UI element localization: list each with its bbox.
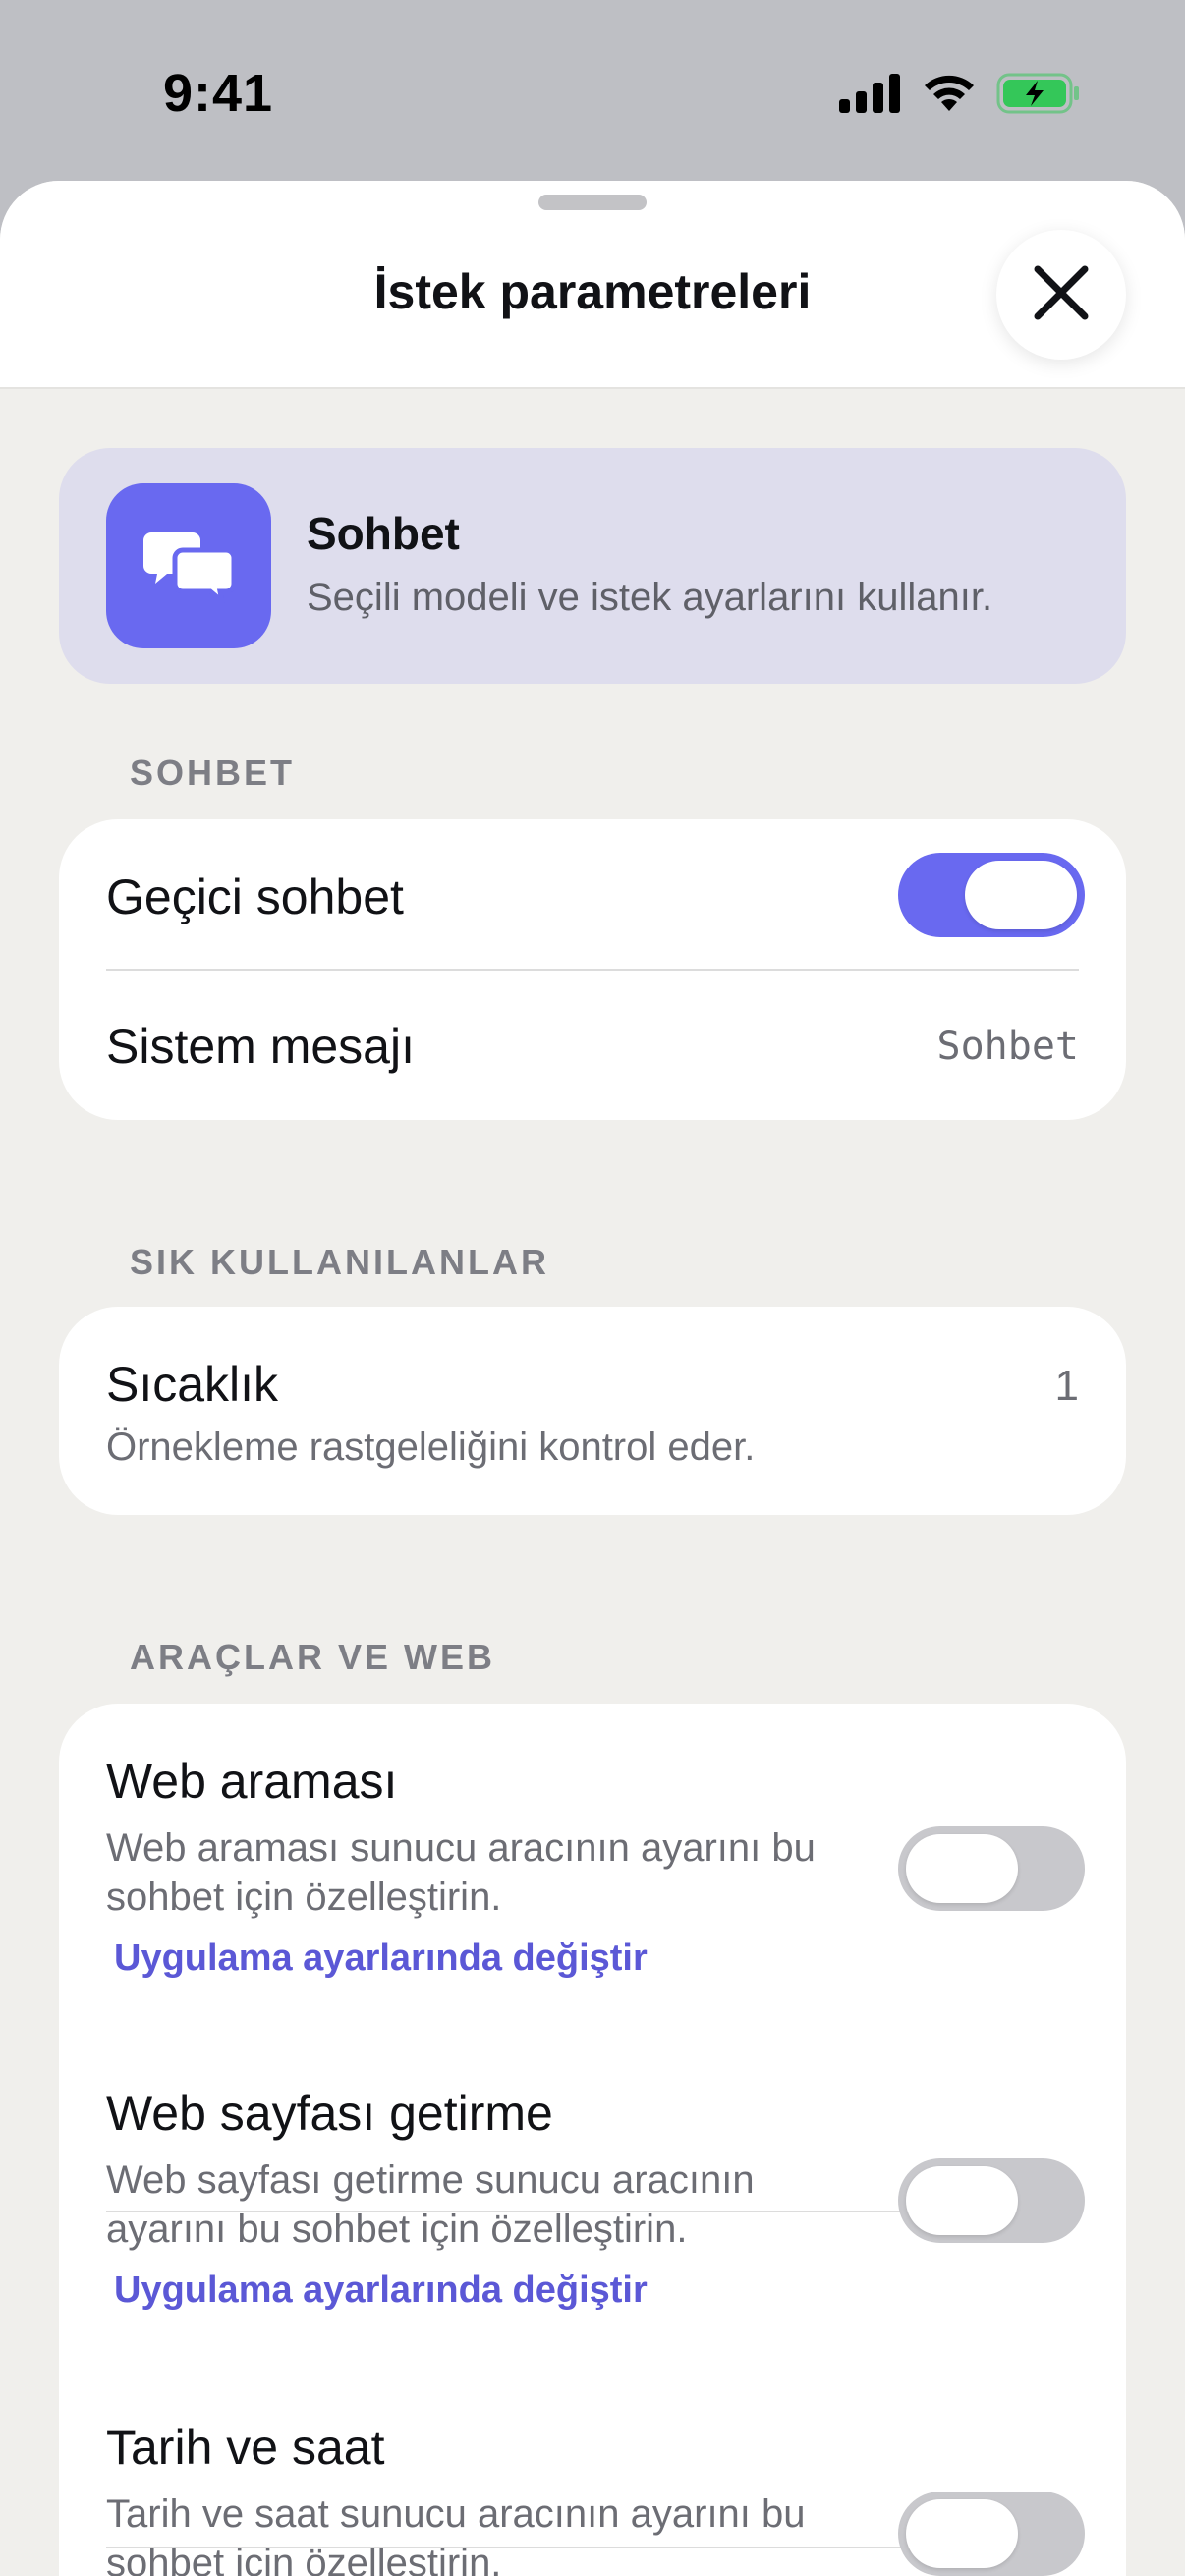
close-icon — [1032, 263, 1091, 327]
web-fetch-description-line1: Web sayfası getirme sunucu aracının — [106, 2158, 755, 2202]
web-search-toggle[interactable] — [898, 1826, 1085, 1911]
temperature-value[interactable]: 1 — [1055, 1362, 1079, 1411]
date-time-toggle[interactable] — [898, 2492, 1085, 2576]
web-search-description-line2: sohbet için özelleştirin. — [106, 1876, 502, 1919]
toggle-knob — [906, 1834, 1018, 1903]
status-icons — [839, 73, 1081, 114]
favorites-card: Sıcaklık Örnekleme rastgeleliğini kontro… — [59, 1307, 1126, 1515]
temporary-chat-toggle[interactable] — [898, 853, 1085, 937]
system-message-value[interactable]: Sohbet — [937, 1024, 1080, 1069]
tools-card: Web araması Web araması sunucu aracının … — [59, 1704, 1126, 2576]
date-time-description-line1: Tarih ve saat sunucu aracının ayarını bu — [106, 2492, 806, 2536]
chat-mode-card[interactable]: Sohbet Seçili modeli ve istek ayarlarını… — [59, 448, 1126, 684]
mode-description: Seçili modeli ve istek ayarlarını kullan… — [307, 576, 993, 619]
toggle-knob — [965, 861, 1077, 929]
section-label-favorites: SIK KULLANILANLAR — [130, 1242, 549, 1282]
web-fetch-description-line2: ayarını bu sohbet için özelleştirin. — [106, 2208, 688, 2251]
close-button[interactable] — [996, 230, 1126, 360]
chat-settings-card: Geçici sohbet Sistem mesajı Sohbet — [59, 819, 1126, 1120]
mode-title: Sohbet — [307, 508, 460, 559]
web-search-description-line1: Web araması sunucu aracının ayarını bu — [106, 1826, 816, 1870]
system-message-label[interactable]: Sistem mesajı — [106, 1018, 415, 1075]
section-label-chat: SOHBET — [130, 753, 296, 793]
web-fetch-label: Web sayfası getirme — [106, 2086, 553, 2141]
date-time-description-line2: sohbet için özelleştirin. — [106, 2542, 502, 2576]
toggle-knob — [906, 2499, 1018, 2568]
date-time-label: Tarih ve saat — [106, 2420, 385, 2475]
status-time: 9:41 — [163, 64, 274, 123]
sheet-grabber[interactable] — [538, 195, 647, 210]
divider — [106, 969, 1079, 971]
temperature-description: Örnekleme rastgeleliğini kontrol eder. — [106, 1426, 756, 1469]
status-bar: 9:41 — [0, 0, 1185, 187]
battery-charging-icon — [996, 73, 1081, 114]
section-label-tools: ARAÇLAR VE WEB — [130, 1637, 495, 1677]
toggle-knob — [906, 2166, 1018, 2235]
web-fetch-toggle[interactable] — [898, 2158, 1085, 2243]
temporary-chat-label: Geçici sohbet — [106, 869, 404, 924]
chat-bubbles-icon — [106, 483, 271, 648]
sheet-header: İstek parametreleri — [0, 181, 1185, 389]
web-search-settings-link[interactable]: Uygulama ayarlarında değiştir — [114, 1937, 648, 1980]
cellular-signal-icon — [839, 74, 902, 113]
temperature-label[interactable]: Sıcaklık — [106, 1356, 278, 1413]
web-search-label: Web araması — [106, 1754, 398, 1809]
web-fetch-settings-link[interactable]: Uygulama ayarlarında değiştir — [114, 2269, 648, 2312]
wifi-icon — [922, 74, 977, 113]
request-parameters-sheet: İstek parametreleri Sohbet Seçili modeli… — [0, 181, 1185, 2576]
